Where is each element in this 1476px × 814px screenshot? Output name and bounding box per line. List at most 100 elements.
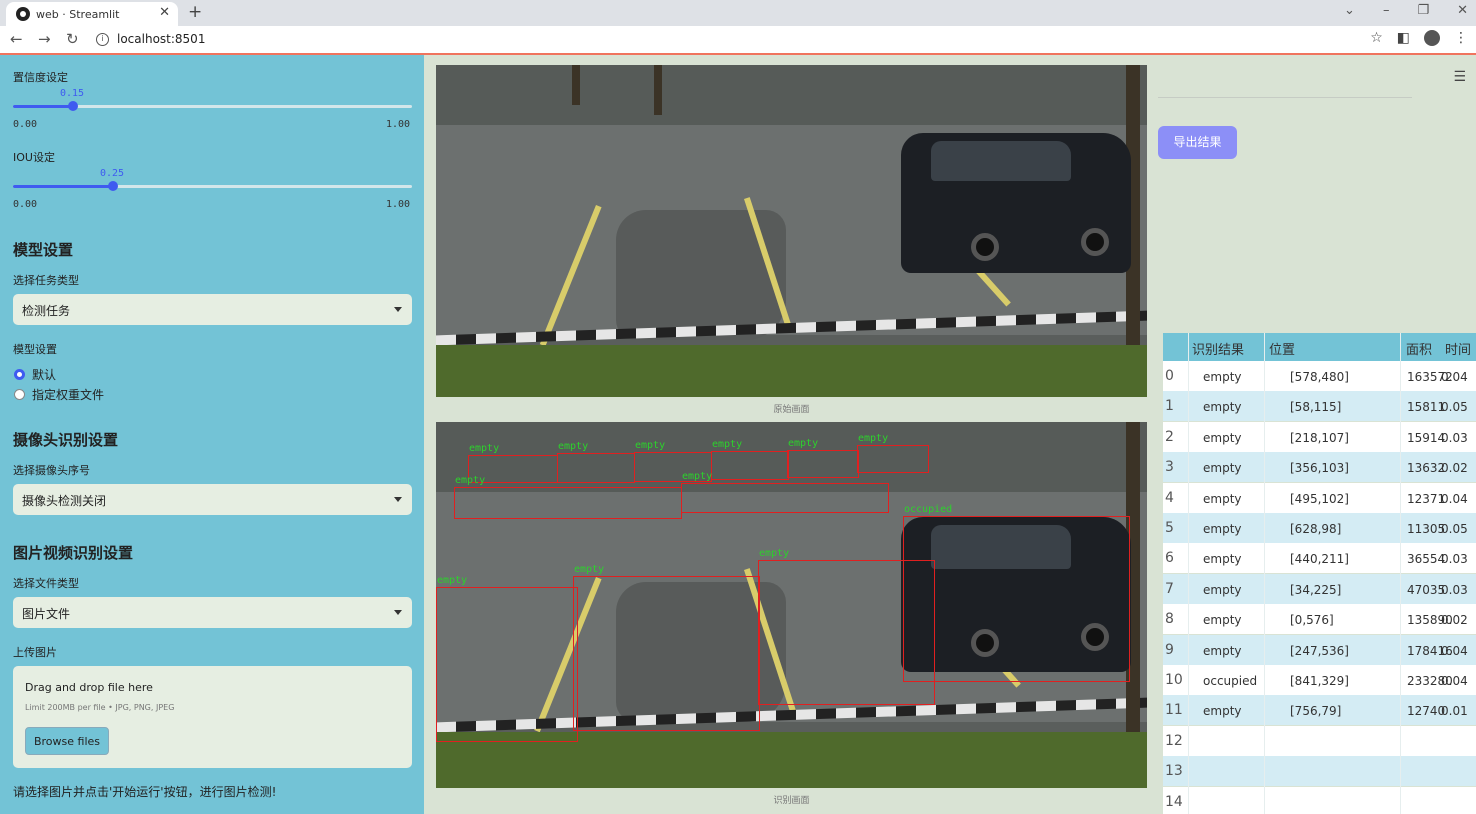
table-cell-pos: [628,98] [1290, 522, 1342, 536]
table-cell-pos: [495,102] [1290, 491, 1349, 506]
browser-tab[interactable]: web · Streamlit ✕ [6, 2, 178, 26]
confidence-slider[interactable] [13, 101, 412, 111]
new-tab-icon[interactable]: + [188, 2, 202, 22]
tree-trunk [572, 65, 580, 105]
file-uploader-dropzone[interactable]: Drag and drop file here Limit 200MB per … [13, 666, 412, 768]
address-bar: ← → ↻ i localhost:8501 ☆ ◧ ⋮ [0, 26, 1476, 54]
url-text: localhost:8501 [117, 32, 206, 46]
minimize-icon[interactable]: – [1383, 3, 1390, 18]
table-row[interactable]: 11 empty [756,79] 12740 0.01 [1163, 695, 1476, 726]
site-info-icon[interactable]: i [96, 32, 109, 46]
header-time[interactable]: 时间 [1445, 339, 1471, 358]
radio-custom-weights[interactable]: 指定权重文件 [14, 386, 104, 403]
table-cell-area: 13632 [1407, 461, 1446, 476]
table-cell-pos: [34,225] [1290, 582, 1342, 597]
black-suv [901, 133, 1131, 273]
table-cell-time: 0.01 [1441, 704, 1468, 719]
media-settings-heading: 图片视频识别设置 [13, 544, 134, 562]
detection-box: empty [787, 438, 859, 478]
more-menu-icon[interactable]: ⋮ [1454, 30, 1468, 46]
radio-checked-icon[interactable] [14, 369, 25, 380]
divider [1158, 97, 1412, 98]
table-row[interactable]: 0 empty [578,480] 163572 0.04 [1163, 361, 1476, 391]
tree-trunk [654, 65, 662, 115]
file-type-select[interactable]: 图片文件 [13, 597, 412, 628]
parking-lot-photo [436, 65, 1147, 397]
table-cell-idx: 14 [1165, 793, 1183, 810]
original-image [436, 65, 1147, 397]
header-position[interactable]: 位置 [1269, 339, 1295, 358]
table-cell-idx: 12 [1165, 732, 1183, 749]
table-cell-time: 0.03 [1441, 582, 1468, 597]
task-type-select[interactable]: 检测任务 [13, 294, 412, 325]
iou-slider-fill [13, 185, 113, 188]
detection-label: empty [635, 440, 666, 451]
table-row[interactable]: 3 empty [356,103] 13632 0.02 [1163, 452, 1476, 483]
detection-label: empty [437, 575, 468, 586]
table-cell-idx: 6 [1165, 550, 1174, 567]
table-cell-area: 11305 [1407, 522, 1446, 536]
detection-label: empty [682, 471, 713, 482]
task-type-label: 选择任务类型 [13, 274, 79, 287]
table-cell-idx: 10 [1165, 672, 1183, 688]
detection-box: empty [573, 564, 760, 731]
forward-icon[interactable]: → [38, 30, 51, 48]
grass [436, 345, 1147, 397]
close-window-icon[interactable]: ✕ [1457, 3, 1468, 18]
table-row[interactable]: 14 [1163, 786, 1476, 814]
car-wheel [1081, 228, 1109, 256]
iou-slider-thumb[interactable] [107, 181, 118, 191]
camera-index-value: 摄像头检测关闭 [22, 494, 107, 508]
table-cell-area: 12371 [1407, 491, 1446, 506]
table-row[interactable]: 13 [1163, 756, 1476, 787]
detection-box: empty [857, 433, 929, 473]
back-icon[interactable]: ← [10, 30, 23, 48]
export-results-button[interactable]: 导出结果 [1158, 126, 1237, 159]
table-cell-time: 0.05 [1441, 400, 1468, 415]
iou-slider[interactable] [13, 181, 412, 191]
results-table[interactable]: 识别结果 位置 面积 时间 0 empty [578,480] 163572 0.04 1… [1163, 333, 1476, 814]
radio-unchecked-icon[interactable] [14, 389, 25, 400]
table-cell-idx: 3 [1165, 459, 1174, 476]
profile-avatar-icon[interactable] [1424, 30, 1440, 46]
table-row[interactable]: 6 empty [440,211] 36554 0.03 [1163, 543, 1476, 574]
table-cell-area: 47035 [1407, 582, 1446, 597]
table-cell-time: 0.04 [1441, 370, 1468, 384]
table-row[interactable]: 9 empty [247,536] 178416 0.04 [1163, 634, 1476, 665]
camera-index-select[interactable]: 摄像头检测关闭 [13, 484, 412, 515]
table-row[interactable]: 2 empty [218,107] 15914 0.03 [1163, 421, 1476, 452]
table-cell-result: empty [1203, 704, 1242, 719]
table-cell-idx: 9 [1165, 641, 1174, 658]
table-row[interactable]: 8 empty [0,576] 135890 0.02 [1163, 604, 1476, 635]
close-tab-icon[interactable]: ✕ [159, 5, 170, 20]
confidence-slider-thumb[interactable] [67, 101, 78, 111]
table-row[interactable]: 12 [1163, 725, 1476, 756]
table-row[interactable]: 4 empty [495,102] 12371 0.04 [1163, 482, 1476, 513]
iou-max: 1.00 [386, 199, 411, 210]
header-result[interactable]: 识别结果 [1192, 339, 1244, 358]
table-row[interactable]: 5 empty [628,98] 11305 0.05 [1163, 513, 1476, 543]
radio-default-label: 默认 [32, 368, 57, 382]
url-field[interactable]: i localhost:8501 [96, 32, 205, 46]
drop-text: Drag and drop file here [25, 681, 153, 694]
detection-label: empty [574, 564, 605, 575]
reload-icon[interactable]: ↻ [66, 30, 79, 48]
table-row[interactable]: 10 occupied [841,329] 233280 0.04 [1163, 665, 1476, 695]
table-cell-pos: [247,536] [1290, 643, 1349, 658]
table-cell-pos: [58,115] [1290, 400, 1342, 415]
radio-default[interactable]: 默认 [14, 366, 56, 383]
side-panel-icon[interactable]: ◧ [1397, 30, 1410, 46]
browse-files-button[interactable]: Browse files [25, 727, 109, 755]
window-controls: ⌄ – ❐ ✕ [1344, 3, 1468, 18]
bookmark-star-icon[interactable]: ☆ [1370, 30, 1383, 46]
table-row[interactable]: 7 empty [34,225] 47035 0.03 [1163, 573, 1476, 604]
detection-label: empty [712, 439, 743, 450]
main-area: ☰ 原始画面 empty empty empty empty empty emp… [424, 55, 1476, 814]
restore-icon[interactable]: ❐ [1417, 3, 1429, 18]
table-row[interactable]: 1 empty [58,115] 15811 0.05 [1163, 391, 1476, 422]
hamburger-menu-icon[interactable]: ☰ [1453, 69, 1466, 85]
header-area[interactable]: 面积 [1406, 339, 1432, 358]
original-caption: 原始画面 [773, 405, 810, 415]
result-image: empty empty empty empty empty empty empt… [436, 422, 1147, 788]
chevron-down-icon[interactable]: ⌄ [1344, 3, 1355, 18]
